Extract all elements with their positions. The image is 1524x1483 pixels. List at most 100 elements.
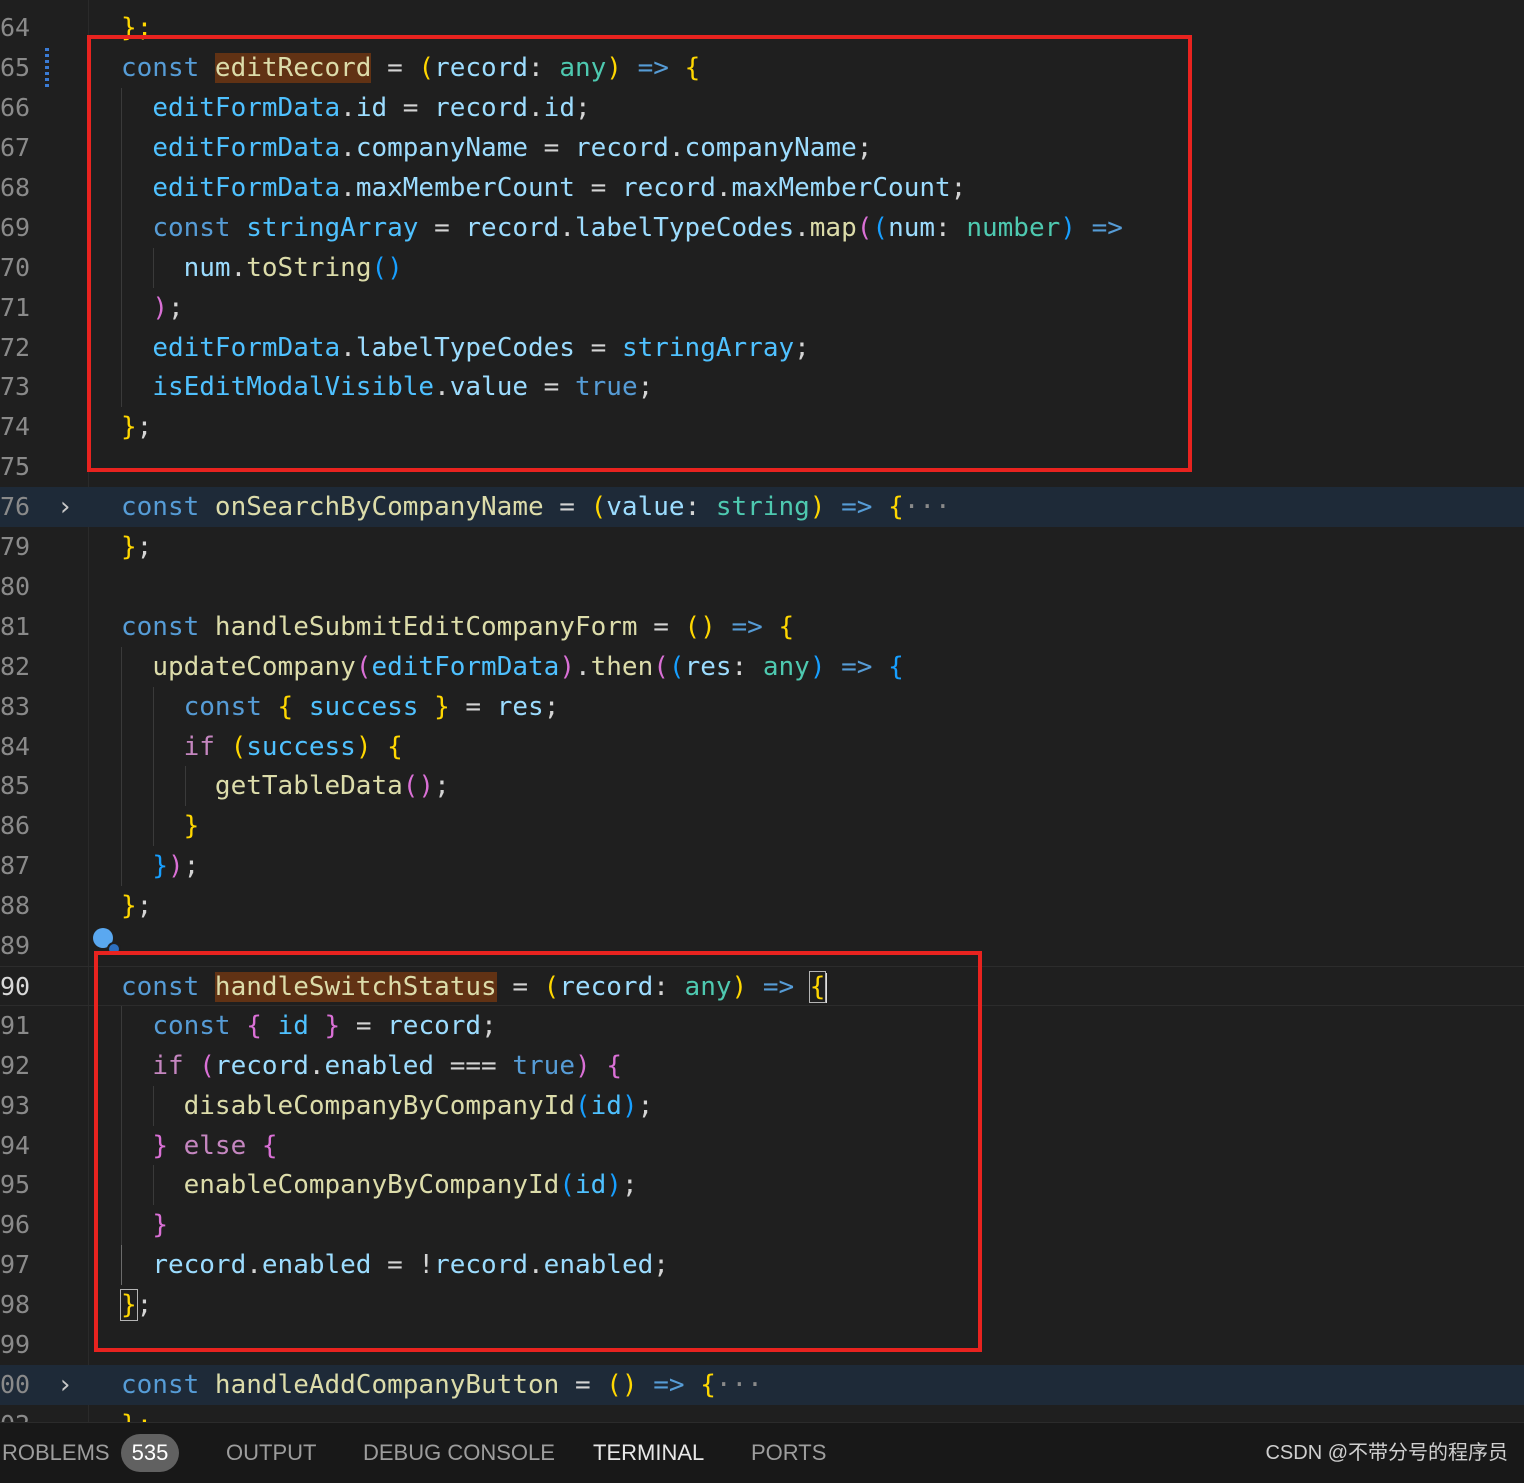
code-content[interactable]: const editRecord = (record: any) => { [121,48,700,88]
code-line-64[interactable]: 64 }; [0,8,1524,48]
chevron-right-icon[interactable]: › [54,1365,76,1405]
line-number: 96 [0,1210,31,1239]
code-line-80[interactable]: 80 [0,567,1524,607]
tab-problems[interactable]: ROBLEMS [2,1423,110,1483]
code-token: number [966,213,1061,243]
code-content[interactable]: getTableData(); [121,766,450,806]
line-number: 90 [0,972,31,1001]
code-line-84[interactable]: 84 if (success) { [0,727,1524,767]
line-number: 86 [0,811,31,840]
code-token: ; [136,1290,153,1320]
watermark-text: CSDN @不带分号的程序员 [1265,1442,1508,1464]
code-line-83[interactable]: 83 const { success } = res; [0,687,1524,727]
code-line-79[interactable]: 79 }; [0,527,1524,567]
code-token: : [935,213,967,243]
code-content[interactable]: const onSearchByCompanyName = (value: st… [121,487,951,527]
code-content[interactable]: }; [121,886,152,926]
code-line-85[interactable]: 85 getTableData(); [0,766,1524,806]
code-content[interactable]: const { id } = record; [121,1006,496,1046]
code-token: : [731,652,763,682]
code-content[interactable]: }; [121,8,152,48]
code-line-90-current[interactable]: 90 const handleSwitchStatus = (record: a… [0,966,1524,1006]
code-line-87[interactable]: 87 }); [0,846,1524,886]
code-content[interactable]: }; [121,527,152,567]
code-line-88[interactable]: 88 }; [0,886,1524,926]
code-content[interactable]: if (success) { [121,727,403,767]
code-token: { [700,1370,716,1400]
code-content[interactable]: enableCompanyByCompanyId(id); [121,1165,638,1205]
code-line-71[interactable]: 71 ); [0,288,1524,328]
code-token: onSearchByCompanyName [214,492,544,522]
code-content[interactable]: const { success } = res; [121,687,560,727]
code-token: record [434,1250,529,1280]
code-line-99[interactable]: 99 [0,1325,1524,1365]
code-line-69[interactable]: 69 const stringArray = record.labelTypeC… [0,208,1524,248]
code-line-96[interactable]: 96 } [0,1205,1524,1245]
code-content[interactable]: isEditModalVisible.value = true; [121,367,653,407]
code-content[interactable]: editFormData.id = record.id; [121,88,590,128]
code-line-74[interactable]: 74 }; [0,407,1524,447]
code-content[interactable]: }; [121,1405,152,1422]
code-content[interactable]: }; [121,407,152,447]
tab-debug-console[interactable]: DEBUG CONSOLE [363,1423,555,1483]
code-line-66[interactable]: 66 editFormData.id = record.id; [0,88,1524,128]
code-editor[interactable]: 64 }; 65 const editRecord = (record: any… [0,0,1524,1422]
code-line-72[interactable]: 72 editFormData.labelTypeCodes = stringA… [0,328,1524,368]
code-line-68[interactable]: 68 editFormData.maxMemberCount = record.… [0,168,1524,208]
code-content[interactable]: const stringArray = record.labelTypeCode… [121,208,1123,248]
code-line-91[interactable]: 91 const { id } = record; [0,1006,1524,1046]
code-line-82[interactable]: 82 updateCompany(editFormData).then((res… [0,647,1524,687]
code-line-98[interactable]: 98 }; [0,1285,1524,1325]
code-content[interactable]: num.toString() [121,248,403,288]
code-line-93[interactable]: 93 disableCompanyByCompanyId(id); [0,1086,1524,1126]
code-content[interactable]: editFormData.companyName = record.compan… [121,128,872,168]
code-token: () [402,771,435,801]
code-content[interactable]: const handleSwitchStatus = (record: any)… [121,967,828,1007]
code-token: ) [731,972,748,1002]
code-line-81[interactable]: 81 const handleSubmitEditCompanyForm = (… [0,607,1524,647]
code-line-76-folded[interactable]: 76 › const onSearchByCompanyName = (valu… [0,487,1524,527]
code-line-100-folded[interactable]: 00 › const handleAddCompanyButton = () =… [0,1365,1524,1405]
chevron-right-icon[interactable]: › [54,487,76,527]
tab-ports[interactable]: PORTS [751,1423,826,1483]
code-content[interactable]: disableCompanyByCompanyId(id); [121,1086,654,1126]
code-line-94[interactable]: 94 } else { [0,1126,1524,1166]
code-content[interactable]: } [121,1205,168,1245]
code-token: ) [1060,213,1076,243]
code-content[interactable]: ); [121,288,183,328]
code-token: string [715,492,810,522]
code-content[interactable]: const handleAddCompanyButton = () => {··… [121,1365,763,1405]
code-token: updateCompany [152,652,356,682]
code-line-86[interactable]: 86 } [0,806,1524,846]
tab-output[interactable]: OUTPUT [226,1423,316,1483]
code-line-75[interactable]: 75 [0,447,1524,487]
code-line-92[interactable]: 92 if (record.enabled === true) { [0,1046,1524,1086]
code-token: => [621,53,685,83]
code-content[interactable]: editFormData.labelTypeCodes = stringArra… [121,328,809,368]
code-line-95[interactable]: 95 enableCompanyByCompanyId(id); [0,1165,1524,1205]
code-content[interactable]: } [121,806,200,846]
code-content[interactable]: } else { [121,1126,277,1166]
code-line-67[interactable]: 67 editFormData.companyName = record.com… [0,128,1524,168]
code-content[interactable]: const handleSubmitEditCompanyForm = () =… [121,607,794,647]
code-content[interactable]: }; [120,1285,153,1325]
code-token: ; [856,133,873,163]
code-content[interactable]: record.enabled = !record.enabled; [121,1245,669,1285]
code-token: => [715,612,779,642]
code-line-65[interactable]: 65 const editRecord = (record: any) => { [0,48,1524,88]
tab-terminal[interactable]: TERMINAL [593,1423,704,1483]
code-content[interactable]: }); [121,846,199,886]
code-token: ; [183,851,200,881]
code-line-97[interactable]: 97 record.enabled = !record.enabled; [0,1245,1524,1285]
code-line-102[interactable]: 02 }; [0,1405,1524,1422]
code-token: num [183,253,231,283]
code-content[interactable]: updateCompany(editFormData).then((res: a… [121,647,903,687]
code-token: record [621,173,716,203]
code-line-73[interactable]: 73 isEditModalVisible.value = true; [0,367,1524,407]
code-content[interactable]: editFormData.maxMemberCount = record.max… [121,168,966,208]
code-line-89[interactable]: 89 [0,926,1524,966]
code-line-70[interactable]: 70 num.toString() [0,248,1524,288]
code-content[interactable]: if (record.enabled === true) { [121,1046,622,1086]
